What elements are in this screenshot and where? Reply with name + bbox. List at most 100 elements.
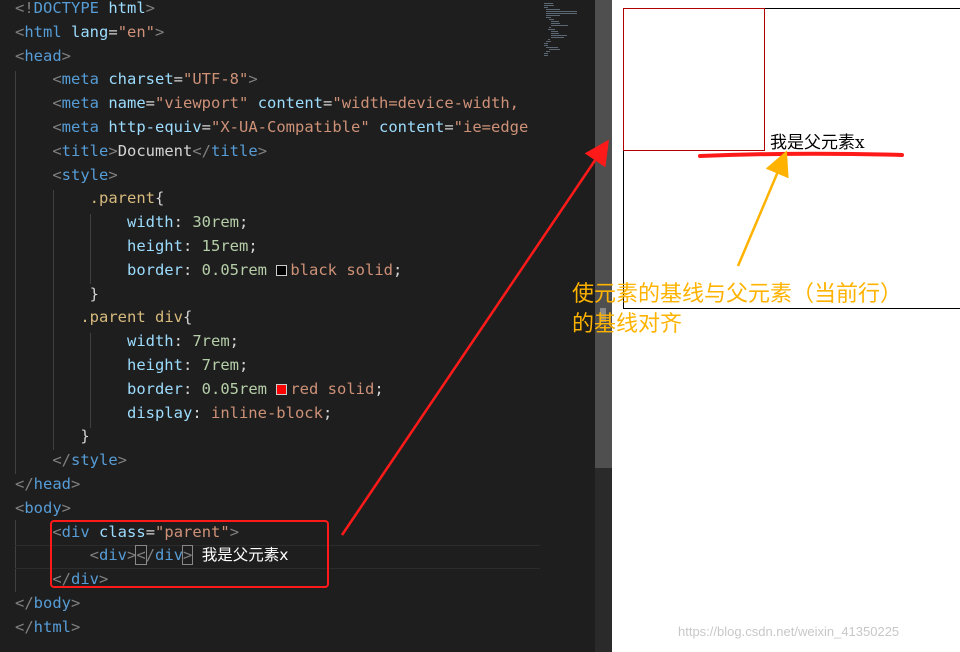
code-token: border [126,260,183,279]
code-token: </ [15,475,34,493]
code-line: <style> [15,164,118,188]
code-token: > [248,70,258,89]
minimap-line [544,3,553,4]
code-token: border [126,379,183,398]
code-line: display: inline-block; [15,402,332,426]
code-token: { [154,189,165,208]
code-token: </ [15,594,34,612]
code-token: 15rem [201,237,249,255]
code-token: style [61,165,109,184]
code-token: 7rem [201,356,239,374]
code-token: > [71,617,81,636]
color-swatch[interactable] [276,383,288,395]
code-token: > [108,141,118,160]
code-token: width [126,213,174,232]
parent-text: 我是父元素x [770,133,865,153]
code-token: ; [229,332,239,351]
code-token: < [52,70,62,89]
code-token: > [155,22,165,41]
code-token: > [108,165,118,184]
code-token: html [33,617,71,636]
code-token: < [52,94,62,113]
minimap-line [544,45,548,46]
minimap-line [551,33,559,34]
minimap-line [548,49,560,50]
code-line: <title>Document</title> [15,140,267,164]
code-token: = [323,94,333,113]
code-line: } [15,425,89,449]
code-token: DOCTYPE [33,0,99,17]
code-token: meta [61,118,99,136]
color-swatch[interactable] [276,264,288,276]
minimap-line [546,51,550,52]
watermark: https://blog.csdn.net/weixin_41350225 [678,624,900,639]
code-token: < [15,46,25,65]
code-line: <!DOCTYPE html> [15,0,155,21]
code-token: .parent [89,189,155,208]
minimap-line [548,19,554,20]
minimap-line [551,31,559,32]
code-line: <meta name="viewport" content="width=dev… [15,92,528,116]
code-token: : [182,237,202,255]
code-token: : [192,403,211,422]
code-line: border: 0.05rem red solid; [15,378,384,402]
code-token: body [24,498,62,517]
code-token: .parent div [80,308,183,327]
code-token: > [145,0,156,17]
code-line: width: 30rem; [15,211,248,235]
minimap-line [551,25,568,26]
code-line: <head> [15,45,71,69]
code-line: <html lang="en"> [15,21,164,45]
code-token: > [117,451,128,470]
code-token: style [71,451,118,470]
code-token: "X-UA-Compatible" [211,118,370,136]
code-token: < [52,165,62,184]
code-token: name [108,94,146,113]
code-token: : [173,213,193,232]
code-token: > [257,141,268,160]
code-token: 0.05rem [201,260,267,279]
code-line: height: 7rem; [15,354,248,378]
code-token: meta [61,70,99,89]
code-token: ; [239,213,249,232]
code-editor[interactable]: <!DOCTYPE html> <html lang="en"> <head> <m… [0,0,540,652]
minimap-line [546,17,551,18]
code-token: "viewport" [155,94,249,113]
code-token: black solid [290,260,393,279]
code-token: </ [15,617,34,636]
minimap-line [546,41,552,42]
minimap-line [544,55,549,56]
code-token: > [71,594,81,612]
code-token: { [182,308,193,327]
code-token: } [15,284,99,303]
code-line: </head> [15,473,80,497]
code-line: </body> [15,592,80,616]
minimap-line [546,9,560,10]
code-token: height [126,356,183,374]
code-token: http-equiv [108,118,202,136]
code-token: charset [108,70,174,89]
scrollbar-thumb[interactable] [595,0,612,468]
code-line: </html> [15,616,80,640]
code-token: width [126,332,174,351]
code-token: ; [374,379,384,398]
code-token: title [61,141,109,160]
code-token: < [15,22,25,41]
code-token: title [211,141,258,160]
code-line: .parent{ [15,187,165,211]
